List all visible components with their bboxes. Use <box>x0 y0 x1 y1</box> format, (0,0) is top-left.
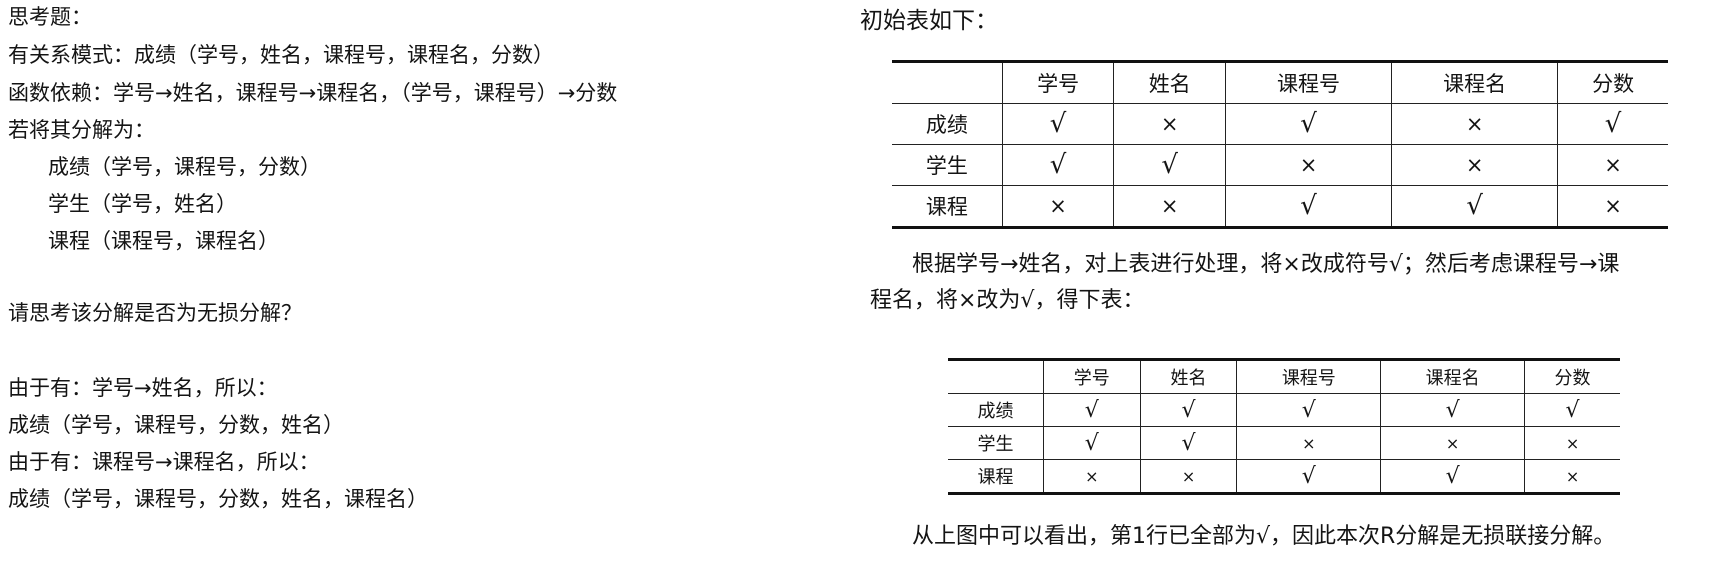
initial-table-intro: 初始表如下： <box>860 8 998 34</box>
initial-table: 学号 姓名 课程号 课程名 分数 成绩 √ × √ × √ 学生 √ √ × ×… <box>892 60 1668 229</box>
table-cell: √ <box>1042 393 1141 427</box>
header-cell: 课程名 <box>1391 60 1558 104</box>
row-label: 课程 <box>892 185 1003 229</box>
functional-dependencies: 函数依赖：学号→姓名，课程号→课程名，（学号，课程号）→分数 <box>8 81 618 105</box>
table-cell: √ <box>1391 185 1558 229</box>
table-cell: √ <box>1236 459 1381 495</box>
row-label: 学生 <box>892 144 1003 186</box>
table-cell: × <box>1042 459 1141 495</box>
header-cell: 分数 <box>1557 60 1668 104</box>
table-cell: × <box>1139 459 1237 495</box>
table-cell: √ <box>1001 103 1114 145</box>
header-cell: 课程号 <box>1236 358 1381 394</box>
decompose-intro: 若将其分解为： <box>8 118 155 142</box>
processed-table: 学号 姓名 课程号 课程名 分数 成绩 √ √ √ √ √ 学生 √ √ × ×… <box>948 358 1620 495</box>
table-cell: × <box>1391 144 1558 186</box>
conclusion: 从上图中可以看出，第1行已全部为√，因此本次R分解是无损联接分解。 <box>912 524 1616 549</box>
row-label: 学生 <box>948 426 1044 460</box>
right-column: 初始表如下： 学号 姓名 课程号 课程名 分数 成绩 √ × √ × √ 学生 … <box>860 0 1716 561</box>
table-cell: √ <box>1380 459 1525 495</box>
header-cell <box>948 358 1044 394</box>
table-cell: × <box>1391 103 1558 145</box>
table-row: 成绩 √ √ √ √ √ <box>948 393 1620 427</box>
header-cell: 课程名 <box>1380 358 1525 394</box>
table-cell: × <box>1001 185 1114 229</box>
table-cell: × <box>1524 459 1620 495</box>
header-cell: 分数 <box>1524 358 1620 394</box>
table-cell: √ <box>1139 426 1237 460</box>
table-cell: × <box>1380 426 1525 460</box>
table-cell: √ <box>1042 426 1141 460</box>
table-cell: √ <box>1139 393 1237 427</box>
table-cell: × <box>1524 426 1620 460</box>
relation-schema: 有关系模式：成绩（学号，姓名，课程号，课程名，分数） <box>8 43 554 67</box>
table-row: 学生 √ √ × × × <box>892 144 1668 186</box>
exercise-title: 思考题： <box>8 5 92 29</box>
decomp-item-students: 学生（学号，姓名） <box>48 192 237 216</box>
table-row: 课程 × × √ √ × <box>892 185 1668 229</box>
table-cell: × <box>1113 103 1226 145</box>
table-cell: √ <box>1524 393 1620 427</box>
table-cell: × <box>1236 426 1381 460</box>
step1-result: 成绩（学号，课程号，分数，姓名） <box>8 413 344 437</box>
header-cell: 学号 <box>1001 60 1114 104</box>
row-label: 成绩 <box>948 393 1044 427</box>
table-cell: √ <box>1224 185 1392 229</box>
header-cell <box>892 60 1003 104</box>
table-cell: √ <box>1224 103 1392 145</box>
table-row: 成绩 √ × √ × √ <box>892 103 1668 145</box>
header-cell: 课程号 <box>1224 60 1392 104</box>
left-column: 思考题： 有关系模式：成绩（学号，姓名，课程号，课程名，分数） 函数依赖：学号→… <box>8 0 848 561</box>
table-cell: × <box>1557 185 1668 229</box>
step2: 由于有：课程号→课程名，所以： <box>8 450 320 474</box>
table-cell: √ <box>1380 393 1525 427</box>
table-cell: × <box>1224 144 1392 186</box>
table-row: 学生 √ √ × × × <box>948 426 1620 460</box>
header-cell: 学号 <box>1042 358 1141 394</box>
table-header-row: 学号 姓名 课程号 课程名 分数 <box>892 60 1668 104</box>
table-header-row: 学号 姓名 课程号 课程名 分数 <box>948 358 1620 394</box>
explanation-line1: 根据学号→姓名，对上表进行处理，将×改成符号√；然后考虑课程号→课 <box>912 252 1620 277</box>
header-cell: 姓名 <box>1113 60 1226 104</box>
explanation-line2: 程名，将×改为√，得下表： <box>870 288 1145 313</box>
table-cell: √ <box>1236 393 1381 427</box>
decomp-item-scores: 成绩（学号，课程号，分数） <box>48 155 321 179</box>
table-cell: × <box>1557 144 1668 186</box>
table-row: 课程 × × √ √ × <box>948 459 1620 495</box>
step2-result: 成绩（学号，课程号，分数，姓名，课程名） <box>8 487 428 511</box>
step1: 由于有：学号→姓名，所以： <box>8 376 278 400</box>
row-label: 成绩 <box>892 103 1003 145</box>
decomp-item-courses: 课程（课程号，课程名） <box>48 229 279 253</box>
table-cell: √ <box>1113 144 1226 186</box>
table-cell: √ <box>1557 103 1668 145</box>
question: 请思考该分解是否为无损分解？ <box>8 301 302 325</box>
header-cell: 姓名 <box>1139 358 1237 394</box>
table-cell: × <box>1113 185 1226 229</box>
row-label: 课程 <box>948 459 1044 495</box>
table-cell: √ <box>1001 144 1114 186</box>
